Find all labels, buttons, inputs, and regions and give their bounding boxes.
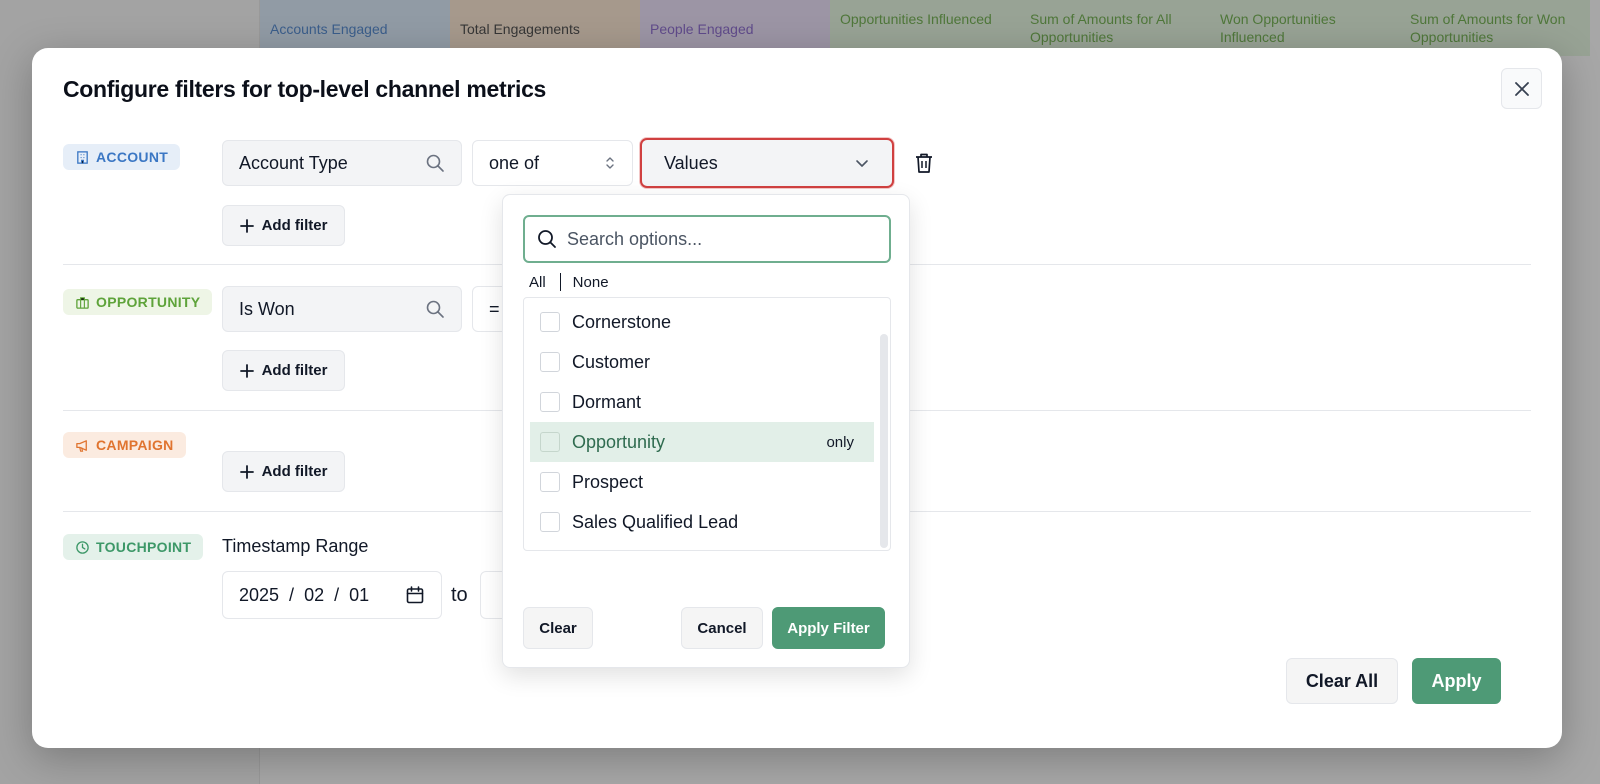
campaign-add-filter-button[interactable]: Add filter: [222, 451, 345, 492]
select-none-link[interactable]: None: [573, 274, 609, 291]
opportunity-operator-value: =: [489, 298, 500, 319]
account-add-filter-button[interactable]: Add filter: [222, 205, 345, 246]
campaign-tag: CAMPAIGN: [63, 432, 186, 458]
option-checkbox[interactable]: [540, 472, 560, 492]
add-filter-label: Add filter: [261, 362, 328, 379]
option-item[interactable]: Prospect: [530, 462, 874, 502]
date-separator: /: [289, 584, 295, 605]
plus-icon: [239, 218, 254, 233]
opportunity-tag: OPPORTUNITY: [63, 289, 213, 315]
briefcase-icon: [76, 296, 89, 309]
option-item[interactable]: Cornerstone: [530, 302, 874, 342]
options-search-input[interactable]: [567, 228, 867, 250]
from-day[interactable]: 01: [349, 585, 369, 606]
option-checkbox[interactable]: [540, 392, 560, 412]
options-search-box[interactable]: [523, 215, 891, 263]
option-item[interactable]: Dormant: [530, 382, 874, 422]
option-label: Dormant: [572, 391, 642, 412]
from-date-input[interactable]: 2025 / 02 / 01: [222, 571, 442, 619]
close-icon: [1514, 81, 1529, 96]
option-label: Customer: [572, 351, 651, 372]
add-filter-label: Add filter: [261, 463, 328, 480]
clock-icon: [76, 540, 89, 554]
close-button[interactable]: [1501, 68, 1542, 109]
select-all-link[interactable]: All: [529, 274, 546, 291]
options-scrollbar[interactable]: [880, 334, 888, 548]
select-all-none: All None: [529, 273, 609, 291]
from-year[interactable]: 2025: [239, 585, 279, 606]
account-tag-label: ACCOUNT: [96, 149, 169, 165]
to-label: to: [451, 584, 468, 606]
opportunity-field-value: Is Won: [239, 298, 295, 319]
option-only-link[interactable]: only: [826, 434, 864, 451]
options-list[interactable]: Cornerstone Customer Dormant Opportunity…: [523, 297, 891, 551]
search-icon: [426, 300, 444, 318]
delete-filter-button[interactable]: [912, 151, 936, 175]
option-label: Sales Qualified Lead: [572, 511, 739, 532]
apply-filter-button[interactable]: Apply Filter: [772, 607, 885, 649]
opportunity-tag-label: OPPORTUNITY: [96, 294, 201, 310]
trash-icon: [916, 153, 932, 173]
updown-chevron-icon: [606, 157, 614, 169]
account-field-select[interactable]: Account Type: [222, 140, 462, 186]
option-label: Cornerstone: [572, 311, 672, 332]
search-icon: [538, 230, 556, 248]
opportunity-add-filter-button[interactable]: Add filter: [222, 350, 345, 391]
option-checkbox[interactable]: [540, 352, 560, 372]
megaphone-icon: [76, 439, 87, 452]
chevron-down-icon: [856, 160, 868, 167]
option-label: Prospect: [572, 471, 644, 492]
option-label: Opportunity: [572, 431, 666, 452]
campaign-tag-label: CAMPAIGN: [96, 437, 174, 453]
account-values-select[interactable]: Values: [640, 138, 894, 188]
plus-icon: [239, 464, 254, 479]
dropdown-cancel-button[interactable]: Cancel: [681, 607, 763, 649]
option-item[interactable]: Opportunity only: [530, 422, 874, 462]
touchpoint-tag-label: TOUCHPOINT: [96, 539, 192, 555]
date-separator: /: [334, 584, 340, 605]
touchpoint-tag: TOUCHPOINT: [63, 534, 204, 560]
from-month[interactable]: 02: [304, 585, 324, 606]
account-operator-value: one of: [489, 152, 540, 173]
option-checkbox[interactable]: [540, 432, 560, 452]
option-checkbox[interactable]: [540, 312, 560, 332]
timestamp-range-label: Timestamp Range: [222, 536, 369, 556]
account-operator-select[interactable]: one of: [472, 140, 633, 186]
option-item[interactable]: Sales Qualified Lead: [530, 502, 874, 542]
account-field-value: Account Type: [239, 152, 348, 173]
option-checkbox[interactable]: [540, 512, 560, 532]
plus-icon: [239, 363, 254, 378]
values-dropdown: All None Cornerstone Customer Dormant Op…: [502, 194, 910, 668]
calendar-icon[interactable]: [405, 585, 425, 605]
add-filter-label: Add filter: [261, 217, 328, 234]
search-icon: [426, 154, 444, 172]
option-item[interactable]: Customer: [530, 342, 874, 382]
clear-all-button[interactable]: Clear All: [1286, 658, 1398, 704]
opportunity-field-select[interactable]: Is Won: [222, 286, 462, 332]
apply-button[interactable]: Apply: [1412, 658, 1501, 704]
building-icon: [77, 150, 88, 164]
modal-title: Configure filters for top-level channel …: [63, 76, 547, 102]
divider: [559, 273, 561, 291]
values-placeholder: Values: [664, 152, 718, 173]
account-tag: ACCOUNT: [63, 144, 181, 170]
dropdown-clear-button[interactable]: Clear: [523, 607, 593, 649]
